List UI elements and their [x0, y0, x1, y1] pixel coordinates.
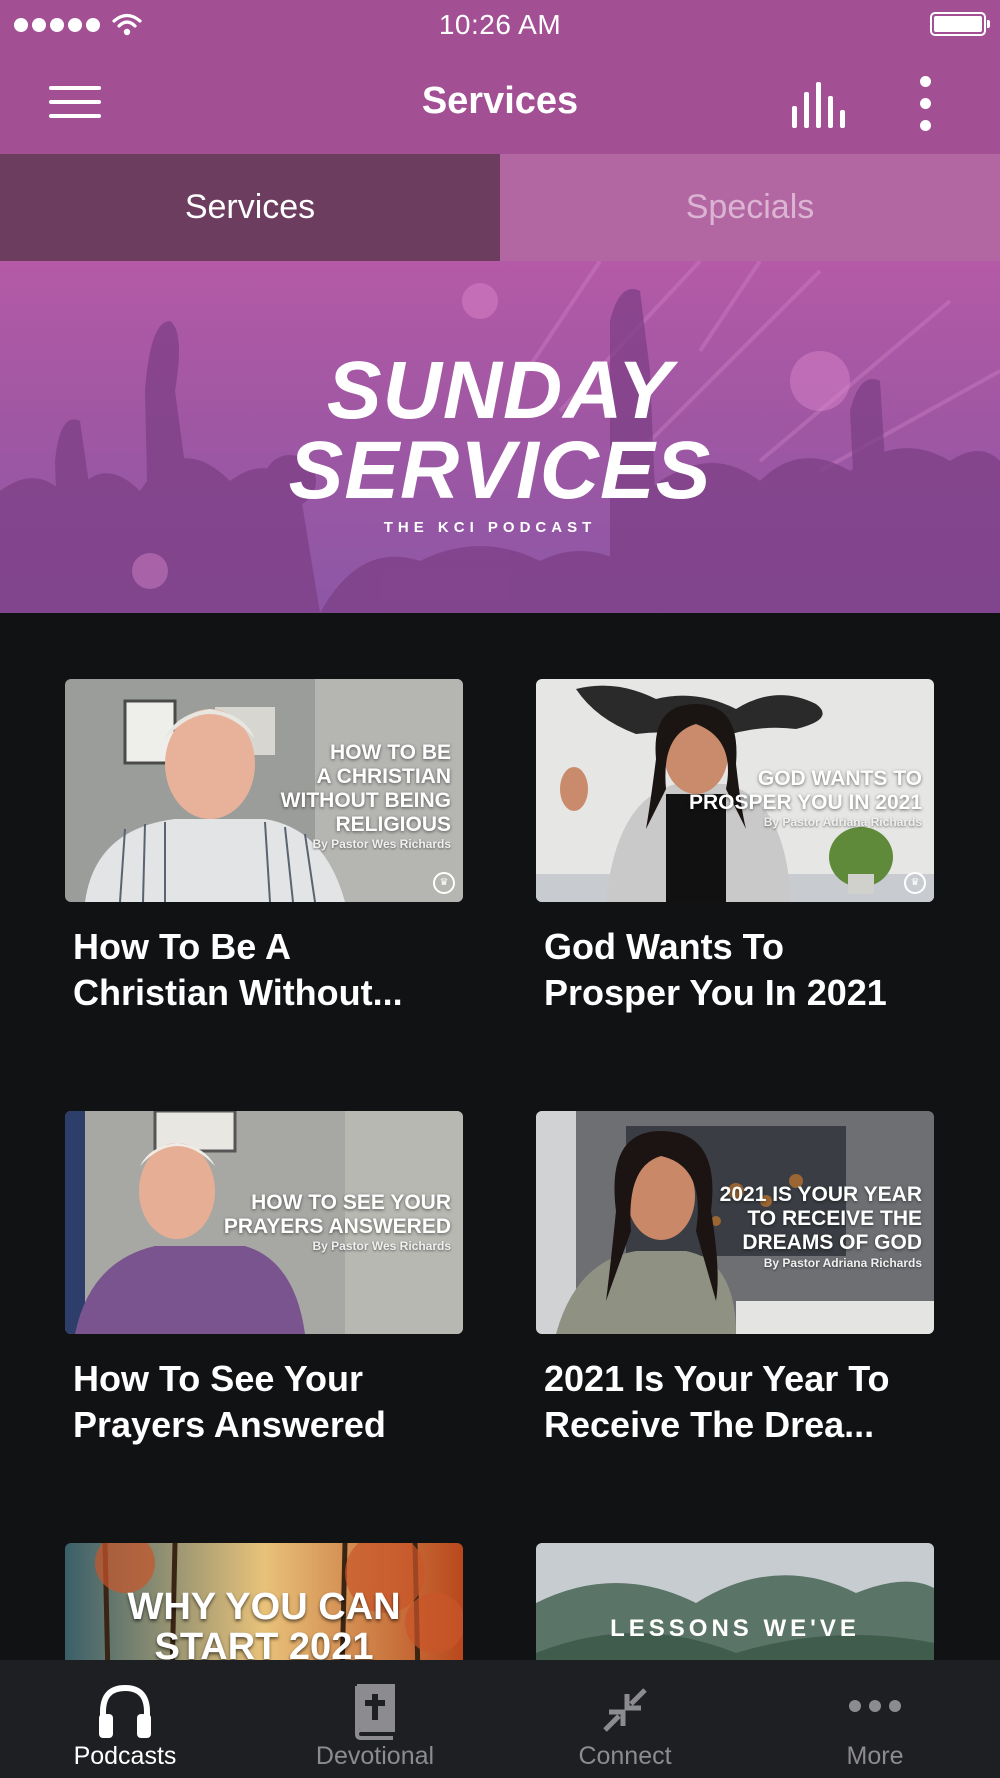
episode-title[interactable]: How To Be A Christian Without...: [73, 924, 455, 1016]
tab-bar: Services Specials: [0, 154, 1000, 261]
episode-card[interactable]: 2021 IS YOUR YEAR TO RECEIVE THE DREAMS …: [536, 1111, 934, 1448]
banner-title: SUNDAY SERVICES: [0, 345, 1000, 516]
crown-logo-icon: ♛: [904, 872, 926, 894]
thumbnail-title: 2021 IS YOUR YEAR TO RECEIVE THE DREAMS …: [719, 1183, 922, 1254]
episode-title[interactable]: God Wants To Prosper You In 2021: [544, 924, 926, 1016]
thumbnail-author: By Pastor Wes Richards: [312, 1239, 452, 1253]
nav-connect[interactable]: Connect: [500, 1660, 750, 1778]
thumbnail-title: WHY YOU CAN START 2021: [127, 1586, 401, 1660]
thumbnail-title: HOW TO SEE YOUR PRAYERS ANSWERED: [223, 1191, 451, 1238]
thumbnail-author: By Pastor Wes Richards: [312, 837, 452, 851]
thumbnail-title: GOD WANTS TO PROSPER YOU IN 2021: [688, 767, 922, 814]
episode-thumbnail[interactable]: HOW TO SEE YOUR PRAYERS ANSWERED By Past…: [65, 1111, 463, 1334]
nav-label: Devotional: [315, 1742, 435, 1770]
banner-subtitle: THE KCI PODCAST: [383, 519, 597, 536]
podcast-banner: SUNDAY SERVICES THE KCI PODCAST: [0, 261, 1000, 613]
episode-grid: HOW TO BE A CHRISTIAN WITHOUT BEING RELI…: [0, 613, 1000, 1660]
thumbnail-title: HOW TO BE A CHRISTIAN WITHOUT BEING RELI…: [280, 741, 451, 836]
episode-card[interactable]: LESSONS WE'VE: [536, 1543, 934, 1660]
nav-more[interactable]: More: [750, 1660, 1000, 1778]
menu-button[interactable]: [40, 72, 110, 132]
episode-thumbnail[interactable]: HOW TO BE A CHRISTIAN WITHOUT BEING RELI…: [65, 679, 463, 902]
equalizer-icon[interactable]: [780, 76, 850, 132]
episode-thumbnail[interactable]: WHY YOU CAN START 2021: [65, 1543, 463, 1660]
episode-thumbnail[interactable]: GOD WANTS TO PROSPER YOU IN 2021 By Past…: [536, 679, 934, 902]
headphones-icon: [99, 1684, 151, 1738]
nav-label: Podcasts: [73, 1742, 177, 1770]
crown-logo-icon: ♛: [433, 872, 455, 894]
tab-specials[interactable]: Specials: [500, 154, 1000, 261]
battery-icon: [930, 12, 990, 36]
nav-label: More: [846, 1742, 904, 1770]
episode-title[interactable]: How To See Your Prayers Answered: [73, 1356, 455, 1448]
episode-card[interactable]: WHY YOU CAN START 2021: [65, 1543, 463, 1660]
connect-icon: [603, 1688, 647, 1732]
banner-title-line2: SERVICES: [288, 425, 712, 516]
nav-devotional[interactable]: Devotional: [250, 1660, 500, 1778]
episode-thumbnail[interactable]: 2021 IS YOUR YEAR TO RECEIVE THE DREAMS …: [536, 1111, 934, 1334]
bible-icon: [354, 1684, 395, 1740]
more-options-button[interactable]: [900, 74, 950, 134]
episode-thumbnail[interactable]: LESSONS WE'VE: [536, 1543, 934, 1660]
episode-card[interactable]: HOW TO SEE YOUR PRAYERS ANSWERED By Past…: [65, 1111, 463, 1448]
tab-services[interactable]: Services: [0, 154, 500, 261]
bottom-navigation: Podcasts Devotional Connect More: [0, 1660, 1000, 1778]
banner-title-line1: SUNDAY: [326, 345, 674, 436]
episode-card[interactable]: HOW TO BE A CHRISTIAN WITHOUT BEING RELI…: [65, 679, 463, 1016]
app-bar: Services: [0, 50, 1000, 154]
thumbnail-author: By Pastor Adriana Richards: [763, 815, 922, 829]
page-title: Services: [421, 80, 579, 122]
more-horizontal-icon: [849, 1700, 901, 1712]
nav-podcasts[interactable]: Podcasts: [0, 1660, 250, 1778]
thumbnail-author: By Pastor Adriana Richards: [763, 1256, 922, 1270]
thumbnail-title: LESSONS WE'VE: [610, 1615, 860, 1642]
episode-title[interactable]: 2021 Is Your Year To Receive The Drea...: [544, 1356, 926, 1448]
status-bar: 10:26 AM: [0, 0, 1000, 50]
episode-card[interactable]: GOD WANTS TO PROSPER YOU IN 2021 By Past…: [536, 679, 934, 1016]
nav-label: Connect: [578, 1742, 672, 1770]
status-time: 10:26 AM: [438, 9, 562, 40]
